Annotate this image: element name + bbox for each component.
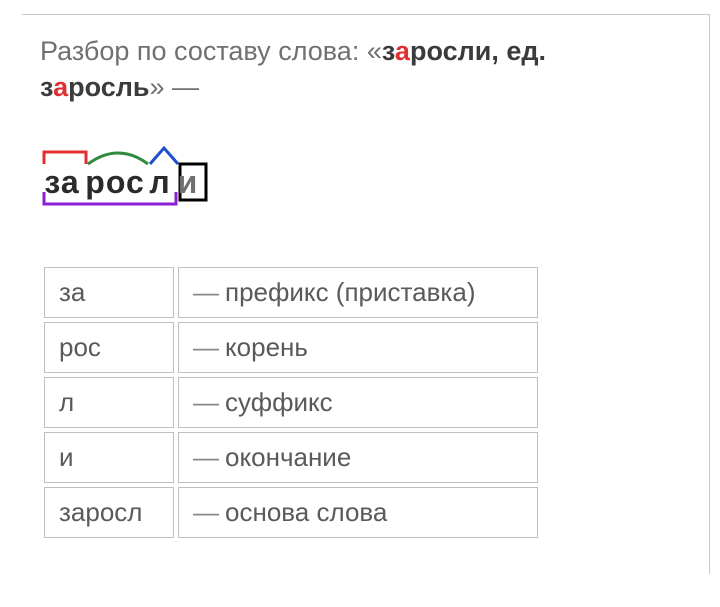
morph-prefix: за (40, 164, 84, 201)
cell-morph: л (44, 377, 174, 428)
morpheme-diagram: за рос л и (40, 136, 693, 213)
morph-suffix: л (146, 164, 174, 201)
table-row: заросл —основа слова (44, 487, 538, 538)
root-arc-icon (88, 153, 148, 164)
cell-desc-text: основа слова (225, 497, 387, 527)
cell-desc: —префикс (приставка) (178, 267, 538, 318)
title-word2-accent: а (53, 72, 68, 102)
morph-ending: и (174, 164, 202, 201)
table-row: и —окончание (44, 432, 538, 483)
morph-root: рос (84, 164, 146, 201)
morpheme-table: за —префикс (приставка) рос —корень л —с… (40, 263, 542, 542)
cell-morph: и (44, 432, 174, 483)
cell-desc: —суффикс (178, 377, 538, 428)
title-word1-rest: росли, ед. (410, 36, 546, 66)
morpheme-letters: за рос л и (40, 164, 202, 201)
table-row: рос —корень (44, 322, 538, 373)
page-title: Разбор по составу слова: «заросли, ед. з… (40, 33, 693, 106)
dash-icon: — (193, 277, 225, 307)
dash-icon: — (193, 332, 225, 362)
cell-morph: рос (44, 322, 174, 373)
table-row: за —префикс (приставка) (44, 267, 538, 318)
title-word2-rest: росль (68, 72, 149, 102)
cell-morph: за (44, 267, 174, 318)
cell-desc: —корень (178, 322, 538, 373)
cell-desc-text: префикс (приставка) (225, 277, 475, 307)
prefix-bracket-icon (44, 152, 86, 164)
title-suffix: » — (150, 72, 200, 102)
cell-desc: —основа слова (178, 487, 538, 538)
cell-desc: —окончание (178, 432, 538, 483)
dash-icon: — (193, 387, 225, 417)
title-word1-accent: а (395, 36, 410, 66)
title-word1-pre: з (382, 36, 395, 66)
cell-desc-text: окончание (225, 442, 351, 472)
article-card: Разбор по составу слова: «заросли, ед. з… (22, 14, 710, 574)
dash-icon: — (193, 442, 225, 472)
cell-desc-text: суффикс (225, 387, 333, 417)
table-row: л —суффикс (44, 377, 538, 428)
dash-icon: — (193, 497, 225, 527)
title-word2-pre: з (40, 72, 53, 102)
cell-desc-text: корень (225, 332, 308, 362)
suffix-caret-icon (150, 148, 178, 164)
title-prefix: Разбор по составу слова: « (40, 36, 382, 66)
cell-morph: заросл (44, 487, 174, 538)
